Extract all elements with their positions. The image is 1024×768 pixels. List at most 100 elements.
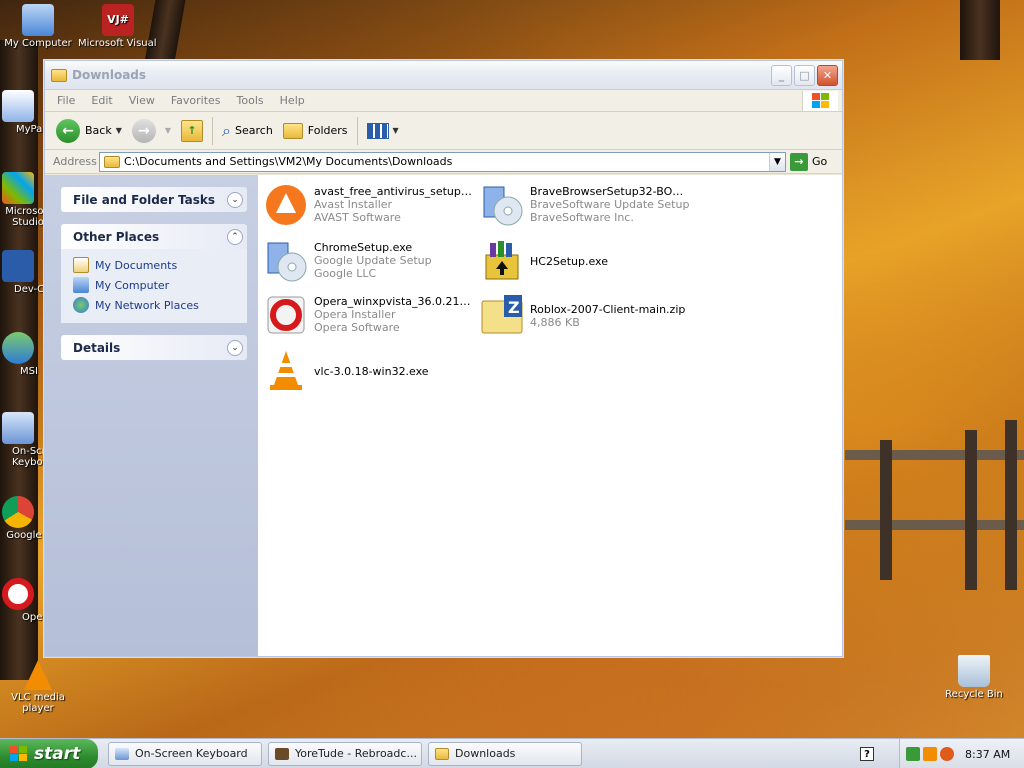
place-my-network-places[interactable]: My Network Places [73,295,237,315]
views-icon [366,122,389,139]
network-icon [73,297,89,313]
desktop-icon-visual-jsharp[interactable]: VJ# Microsoft Visual J# 2005 Exp... [78,4,158,62]
windows-logo-icon [802,91,838,111]
details-panel: Details ⌄ [61,335,247,360]
explorer-window: Downloads _ □ ✕ File Edit View Favorites… [44,60,843,657]
search-icon: ⌕ [222,120,231,140]
toolbar-separator [356,116,358,145]
other-places-header[interactable]: Other Places ⌃ [61,224,247,249]
forward-arrow-icon: → [131,118,156,143]
menu-file[interactable]: File [49,94,83,107]
menu-help[interactable]: Help [272,94,313,107]
recycle-bin-icon [958,655,990,687]
devc-icon [2,250,34,282]
file-avast[interactable]: avast_free_antivirus_setup_o... Avast In… [264,183,480,229]
place-my-documents[interactable]: My Documents [73,255,237,275]
folder-icon [435,747,449,760]
avast-tray-icon[interactable] [923,747,937,761]
task-downloads[interactable]: Downloads [428,741,582,766]
file-list: avast_free_antivirus_setup_o... Avast In… [258,175,842,656]
vlc-cone-icon [24,660,52,690]
search-tray-icon[interactable] [940,747,954,761]
tree-branch-decoration [960,0,1000,60]
vjsharp-icon: VJ# [102,4,134,36]
folders-button[interactable]: Folders [278,116,353,146]
address-dropdown-icon[interactable]: ▼ [769,152,785,171]
close-button[interactable]: ✕ [817,64,838,86]
file-brave-setup[interactable]: BraveBrowserSetup32-BOW9... BraveSoftwar… [480,183,696,229]
details-header[interactable]: Details ⌄ [61,335,247,360]
msn-icon [2,332,34,364]
vlc-cone-icon [264,349,310,395]
task-on-screen-keyboard[interactable]: On-Screen Keyboard [108,741,262,766]
clock[interactable]: 8:37 AM [965,748,1010,761]
keyboard-icon [2,412,34,444]
help-icon[interactable]: ? [860,747,874,761]
toolbar-separator [212,116,214,145]
windows-logo-icon [10,745,27,761]
address-bar: Address C:\Documents and Settings\VM2\My… [45,150,842,174]
desktop-icon-recycle-bin[interactable]: Recycle Bin [936,655,1012,700]
menu-bar: File Edit View Favorites Tools Help [45,90,842,112]
opera-icon [264,293,310,339]
views-button[interactable]: ▼ [362,116,404,146]
file-opera-installer[interactable]: Opera_winxpvista_36.0.2130... Opera Inst… [264,293,480,339]
zip-folder-icon: Z [480,293,526,339]
up-folder-button[interactable]: ↑ [176,116,208,146]
fence-rail-decoration [845,520,1024,530]
system-tray: 8:37 AM [899,739,1024,768]
task-yoretude[interactable]: YoreTude - Rebroadc... [268,741,422,766]
avast-icon [264,183,310,229]
collapse-chevron-icon[interactable]: ⌃ [227,228,243,245]
network-tray-icon[interactable] [906,747,920,761]
bird-icon [275,747,289,760]
file-folder-tasks-header[interactable]: File and Folder Tasks ⌄ [61,187,247,212]
file-hc2-setup[interactable]: HC2Setup.exe [480,239,696,285]
go-button[interactable]: → Go [790,152,838,171]
setup-cd-icon [480,183,526,229]
document-icon [2,90,34,122]
forward-dropdown-icon[interactable]: ▼ [165,126,171,135]
place-my-computer[interactable]: My Computer [73,275,237,295]
start-button[interactable]: start [0,738,98,768]
address-value: C:\Documents and Settings\VM2\My Documen… [124,155,453,168]
back-dropdown-icon[interactable]: ▼ [116,126,122,135]
desktop-icon-my-computer[interactable]: My Computer [0,4,76,49]
expand-chevron-icon[interactable]: ⌄ [227,339,243,356]
fence-rail-decoration [845,450,1024,460]
other-places-panel: Other Places ⌃ My Documents My Computer … [61,224,247,323]
back-button[interactable]: ← Back ▼ [51,116,127,146]
expand-chevron-icon[interactable]: ⌄ [227,191,243,208]
menu-edit[interactable]: Edit [83,94,120,107]
menu-tools[interactable]: Tools [229,94,272,107]
file-chrome-setup[interactable]: ChromeSetup.exe Google Update Setup Goog… [264,239,480,285]
window-title: Downloads [72,68,147,82]
desktop-icon-vlc[interactable]: VLC media player [0,660,76,714]
file-folder-tasks-panel: File and Folder Tasks ⌄ [61,187,247,212]
forward-button[interactable]: → ▼ [127,116,176,146]
file-vlc-installer[interactable]: vlc-3.0.18-win32.exe [264,349,480,395]
views-dropdown-icon: ▼ [392,126,399,135]
search-button[interactable]: ⌕ Search [217,116,278,146]
explorer-body: File and Folder Tasks ⌄ Other Places ⌃ M… [45,175,842,656]
computer-icon [22,4,54,36]
menu-view[interactable]: View [121,94,163,107]
folder-icon [51,68,67,82]
menu-favorites[interactable]: Favorites [163,94,229,107]
folders-icon [282,122,303,139]
title-bar[interactable]: Downloads _ □ ✕ [45,61,842,90]
studio-icon [2,172,34,204]
fence-post-decoration [1005,420,1017,590]
installer-box-icon [480,239,526,285]
svg-text:Z: Z [508,298,520,317]
setup-cd-icon [264,239,310,285]
minimize-button[interactable]: _ [771,64,792,86]
up-folder-icon: ↑ [181,119,204,142]
keyboard-icon [115,747,129,760]
address-label: Address [53,155,97,168]
my-documents-icon [73,257,89,273]
file-roblox-zip[interactable]: Z Roblox-2007-Client-main.zip 4,886 KB [480,293,696,339]
address-field[interactable]: C:\Documents and Settings\VM2\My Documen… [99,151,786,172]
maximize-button[interactable]: □ [794,64,815,86]
task-pane: File and Folder Tasks ⌄ Other Places ⌃ M… [45,175,258,656]
